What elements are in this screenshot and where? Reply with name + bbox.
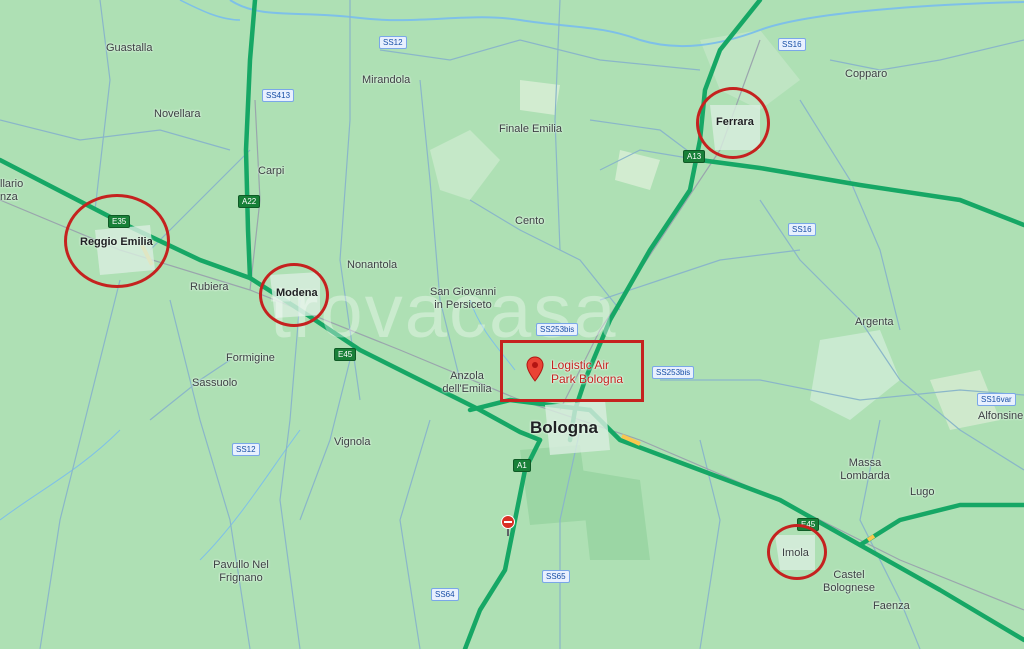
road-shield-ss12-bottom: SS12: [232, 443, 260, 456]
place-bologna[interactable]: Bologna: [530, 418, 598, 438]
place-guastalla[interactable]: Guastalla: [106, 42, 152, 55]
road-shield-a13: A13: [683, 150, 706, 163]
highlight-circle-imola: [767, 524, 827, 580]
place-lugo[interactable]: Lugo: [910, 486, 934, 499]
place-pavullo-nel-frignano[interactable]: Pavullo Nel Frignano: [208, 559, 274, 585]
road-shield-ss65: SS65: [542, 570, 570, 583]
road-shield-ss16-mid: SS16: [788, 223, 816, 236]
road-shield-a1: A1: [513, 459, 531, 472]
place-novellara[interactable]: Novellara: [154, 108, 200, 121]
road-closure-icon[interactable]: [501, 515, 515, 537]
road-shield-e45-left: E45: [334, 348, 357, 361]
road-shield-a22: A22: [238, 195, 261, 208]
road-shield-ss413: SS413: [262, 89, 295, 102]
map-canvas[interactable]: trovacasa Guastalla Mirandola Novellara …: [0, 0, 1024, 649]
place-rubiera[interactable]: Rubiera: [190, 281, 229, 294]
place-argenta[interactable]: Argenta: [855, 316, 894, 329]
place-mirandola[interactable]: Mirandola: [362, 74, 410, 87]
road-shield-ss64: SS64: [431, 588, 459, 601]
road-shield-ss253bis-1: SS253bis: [536, 323, 579, 336]
place-edge-left-1: llario: [0, 178, 24, 190]
place-vignola[interactable]: Vignola: [334, 436, 371, 449]
place-anzola-dell-emilia[interactable]: Anzola dell'Emilia: [440, 370, 494, 396]
place-nonantola[interactable]: Nonantola: [347, 259, 397, 272]
place-san-giovanni-in-persiceto[interactable]: San Giovanni in Persiceto: [428, 286, 498, 312]
place-castel-bolognese[interactable]: Castel Bolognese: [818, 569, 880, 595]
place-alfonsine[interactable]: Alfonsine: [978, 410, 1023, 423]
highlight-circle-reggio-emilia: [64, 194, 170, 288]
road-shield-ss16var: SS16var: [977, 393, 1016, 406]
place-faenza[interactable]: Faenza: [873, 600, 910, 613]
place-cento[interactable]: Cento: [515, 215, 544, 228]
poi-logistic-air-park-bologna[interactable]: Logistic Air Park Bologna: [551, 358, 637, 386]
place-formigine[interactable]: Formigine: [226, 352, 275, 365]
highlight-circle-ferrara: [696, 87, 770, 159]
road-shield-ss12-top: SS12: [379, 36, 407, 49]
place-copparo[interactable]: Copparo: [845, 68, 887, 81]
road-shield-ss16-top: SS16: [778, 38, 806, 51]
highlight-circle-modena: [259, 263, 329, 327]
place-finale-emilia[interactable]: Finale Emilia: [499, 123, 562, 136]
road-shield-ss253bis-2: SS253bis: [652, 366, 695, 379]
place-sassuolo[interactable]: Sassuolo: [192, 377, 237, 390]
place-massa-lombarda[interactable]: Massa Lombarda: [833, 457, 897, 483]
place-edge-left-2: nza: [0, 191, 18, 203]
place-carpi[interactable]: Carpi: [258, 165, 284, 178]
location-pin-icon[interactable]: [526, 356, 544, 382]
